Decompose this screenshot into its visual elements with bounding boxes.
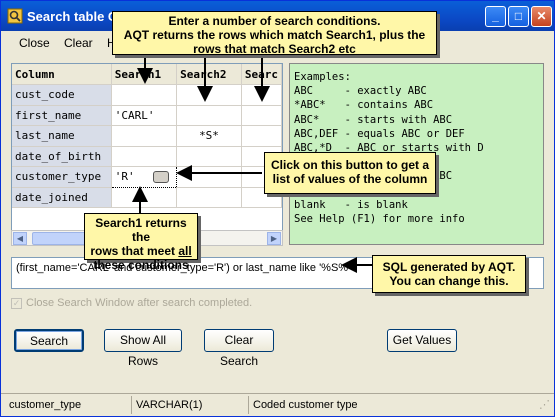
example-line: ABC,DEF - equals ABC or DEF [294,127,465,140]
search1-cell[interactable]: 'CARL' [111,105,178,126]
search2-cell[interactable] [176,187,242,208]
menu-clear[interactable]: Clear [64,36,93,50]
grid-header-search1: Search1 [111,64,178,85]
column-name: customer_type [12,166,112,188]
callout-text: rows that meet all [90,244,192,258]
table-row: cust_code [12,84,282,106]
callout-text: AQT returns the rows which match Search1… [123,28,426,42]
column-name: first_name [12,105,112,126]
callout-text: Search1 returns the [95,216,187,244]
search2-cell[interactable] [176,105,242,126]
search1-value[interactable]: 'R' [115,170,135,183]
search1-cell-active[interactable]: 'R' [110,166,178,188]
table-row: date_joined [12,187,282,208]
search3-cell[interactable] [241,105,282,126]
grid-header-search2: Search2 [176,64,242,85]
search2-cell[interactable]: *S* [176,125,242,147]
grid-header-search3: Searc [241,64,282,85]
table-row: last_name *S* [12,125,282,147]
search3-cell[interactable] [241,125,282,147]
example-line: Examples: [294,71,351,83]
status-type: VARCHAR(1) [136,399,203,411]
callout-text: Enter a number of search conditions. [168,14,381,28]
callout-text: list of values of the column [272,172,428,186]
callout-text: Click on this button to get a [271,158,429,172]
close-window-button[interactable]: ✕ [531,6,552,27]
checkbox-check-icon[interactable]: ✓ [11,297,22,309]
search2-cell[interactable] [176,166,242,188]
table-row: first_name 'CARL' [12,105,282,126]
grid-header-column: Column [12,64,112,85]
search2-cell[interactable] [176,146,242,167]
example-line: blank - is blank [294,198,408,211]
search-app-icon [7,8,23,24]
search-button[interactable]: Search [14,329,84,352]
search1-cell[interactable] [111,187,178,208]
column-name: date_of_birth [12,146,112,167]
minimize-icon: _ [492,9,499,23]
callout-text: You can change this. [389,274,509,288]
scroll-right-icon[interactable]: ▶ [267,232,281,245]
maximize-icon: □ [514,9,523,23]
callout-sql: SQL generated by AQT. You can change thi… [372,255,526,293]
example-line: *ABC* - contains ABC [294,99,434,112]
status-bar: customer_type VARCHAR(1) Coded customer … [1,393,554,416]
window-title: Search table C [27,9,118,24]
close-after-search-checkbox[interactable]: ✓ Close Search Window after search comple… [11,297,252,309]
clear-search-button[interactable]: Clear Search [204,329,274,368]
maximize-button[interactable]: □ [508,6,529,27]
search2-cell[interactable] [176,84,242,106]
callout-search-conditions: Enter a number of search conditions. AQT… [112,11,437,56]
search3-cell[interactable] [241,84,282,106]
status-column: customer_type [9,399,82,411]
list-values-button[interactable] [152,171,169,184]
search1-cell[interactable] [111,125,178,147]
callout-text: SQL generated by AQT. [382,260,516,274]
search1-cell[interactable] [111,146,178,167]
close-icon: ✕ [536,9,547,23]
get-values-button[interactable]: Get Values [387,329,457,352]
callout-search1: Search1 returns the rows that meet all t… [84,213,198,272]
example-line: ABC* - starts with ABC [294,113,453,126]
checkbox-label: Close Search Window after search complet… [26,297,253,309]
status-description: Coded customer type [253,399,358,411]
show-all-rows-button[interactable]: Show All Rows [104,329,182,368]
scroll-left-icon[interactable]: ◀ [13,232,27,245]
column-name: last_name [12,125,112,147]
menu-close[interactable]: Close [19,36,50,50]
callout-values-button: Click on this button to get a list of va… [264,152,436,194]
callout-text: these conditions [93,258,189,272]
grid-header-row: Column Search1 Search2 Searc [12,64,282,85]
search-window: Search table C _ □ ✕ Close Clear H Colum… [0,0,555,417]
column-name: date_joined [12,187,112,208]
column-name: cust_code [12,84,112,106]
callout-text: rows that match Search2 etc [193,42,356,56]
minimize-button[interactable]: _ [485,6,506,27]
resize-grip-icon[interactable]: ⋰ [539,398,550,411]
table-row: date_of_birth [12,146,282,167]
table-row: customer_type 'R' [12,166,282,188]
example-line: See Help (F1) for more info [294,212,465,225]
search1-cell[interactable] [111,84,178,106]
callout-emphasis: all [178,244,192,258]
example-line: ABC - exactly ABC [294,85,427,98]
